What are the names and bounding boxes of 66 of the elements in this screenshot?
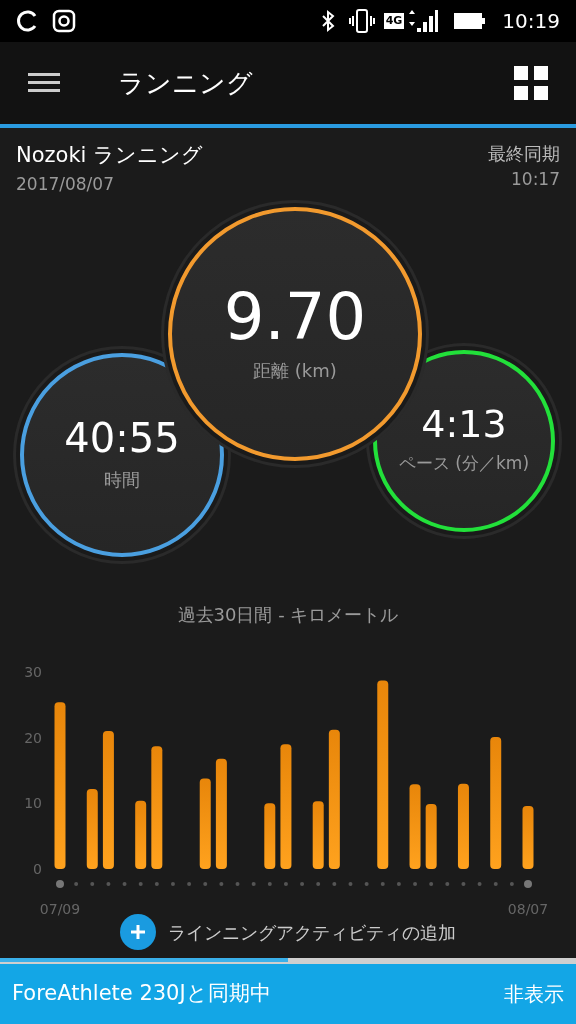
chart-title: 過去30日間 - キロメートル bbox=[177, 603, 399, 627]
x-axis-label: 08/07 bbox=[507, 901, 549, 917]
day-dot bbox=[56, 880, 64, 888]
metric-value: 9.70 bbox=[223, 284, 367, 349]
day-dot bbox=[203, 882, 208, 886]
day-dot bbox=[219, 882, 224, 886]
day-dot bbox=[74, 882, 79, 886]
metric-value: 40:55 bbox=[64, 417, 180, 458]
day-dot bbox=[461, 882, 466, 886]
status-time: 10:19 bbox=[502, 8, 560, 35]
day-dot bbox=[170, 882, 175, 886]
day-dot bbox=[509, 882, 514, 886]
x-axis-label: 07/09 bbox=[39, 901, 81, 917]
camera-icon bbox=[52, 9, 76, 33]
day-dot bbox=[332, 882, 337, 886]
day-dot bbox=[316, 882, 321, 886]
day-dot bbox=[90, 882, 95, 886]
vibrate-icon bbox=[347, 8, 376, 34]
day-dot bbox=[524, 880, 532, 888]
metric-label: 距離 (km) bbox=[253, 358, 337, 383]
battery-icon bbox=[454, 11, 487, 31]
add-button[interactable] bbox=[120, 914, 156, 950]
network-badge: 4G bbox=[383, 13, 405, 29]
bluetooth-icon bbox=[319, 9, 336, 33]
chart-bar bbox=[135, 800, 147, 869]
y-axis-label: 20 bbox=[24, 729, 42, 746]
day-dot bbox=[138, 882, 143, 886]
day-dot bbox=[348, 882, 353, 886]
chart-bar bbox=[522, 805, 534, 869]
day-dot bbox=[300, 882, 305, 886]
day-dot bbox=[283, 882, 288, 886]
chart-bar bbox=[425, 804, 437, 869]
chart-bar bbox=[312, 801, 324, 869]
day-dot bbox=[187, 882, 192, 886]
app-title: ランニング bbox=[118, 66, 253, 100]
y-axis-label: 30 bbox=[24, 664, 42, 680]
activity-title: Nozoki ランニング bbox=[16, 142, 204, 169]
day-dot bbox=[154, 882, 159, 886]
day-dot bbox=[122, 882, 127, 886]
signal-icon bbox=[406, 8, 439, 34]
day-dot bbox=[413, 882, 418, 886]
y-axis-label: 0 bbox=[33, 861, 42, 877]
sync-message: ForeAthlete 230Jと同期中 bbox=[12, 980, 271, 1008]
plus-icon bbox=[130, 924, 146, 940]
day-dot bbox=[267, 882, 272, 886]
chart-bar bbox=[264, 803, 276, 869]
day-dot bbox=[445, 882, 450, 886]
metric-value: 4:13 bbox=[421, 405, 507, 444]
sync-time: 10:17 bbox=[511, 168, 560, 191]
add-activity-link[interactable]: ラインニングアクティビティの追加 bbox=[168, 918, 456, 946]
day-dot bbox=[429, 882, 434, 886]
day-dot bbox=[380, 882, 385, 886]
day-dot bbox=[477, 882, 482, 886]
day-dot bbox=[396, 882, 401, 886]
sync-label: 最終同期 bbox=[488, 142, 560, 166]
menu-icon[interactable] bbox=[28, 72, 60, 94]
metric-label: 時間 bbox=[104, 467, 140, 492]
y-axis-label: 10 bbox=[24, 795, 42, 812]
day-dot bbox=[364, 882, 369, 886]
grid-icon[interactable] bbox=[514, 66, 548, 100]
day-dot bbox=[493, 882, 498, 886]
day-dot bbox=[106, 882, 111, 886]
day-dot bbox=[235, 882, 240, 886]
metric-label: ペース (分／km) bbox=[398, 452, 530, 476]
day-dot bbox=[251, 882, 256, 886]
activity-date: 2017/08/07 bbox=[16, 172, 115, 196]
